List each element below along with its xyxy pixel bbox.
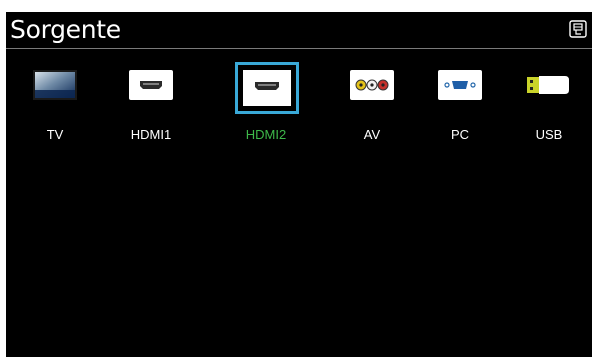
source-item-usb[interactable]: USB [509,62,589,142]
source-label: AV [363,127,381,142]
vga-port-icon [438,70,482,100]
source-label: PC [450,127,470,142]
source-item-tv[interactable]: TV [15,62,95,142]
source-item-hdmi2[interactable]: HDMI2 [226,62,306,142]
page-title: Sorgente [10,15,121,44]
usb-drive-icon [527,76,569,94]
hdmi-port-icon [235,62,299,114]
tools-menu-icon[interactable] [569,20,587,38]
av-rca-ports-icon [350,70,394,100]
source-label: USB [535,127,563,142]
source-screen: Sorgente TV HDMI1 HDMI2 AV PC USB [6,12,592,357]
hdmi-port-icon [129,70,173,100]
source-item-av[interactable]: AV [332,62,412,142]
tv-icon [33,70,77,100]
header-bar: Sorgente [6,12,592,49]
source-item-pc[interactable]: PC [420,62,500,142]
source-label: TV [46,127,64,142]
source-label: HDMI2 [245,127,287,142]
source-item-hdmi1[interactable]: HDMI1 [111,62,191,142]
source-label: HDMI1 [130,127,172,142]
